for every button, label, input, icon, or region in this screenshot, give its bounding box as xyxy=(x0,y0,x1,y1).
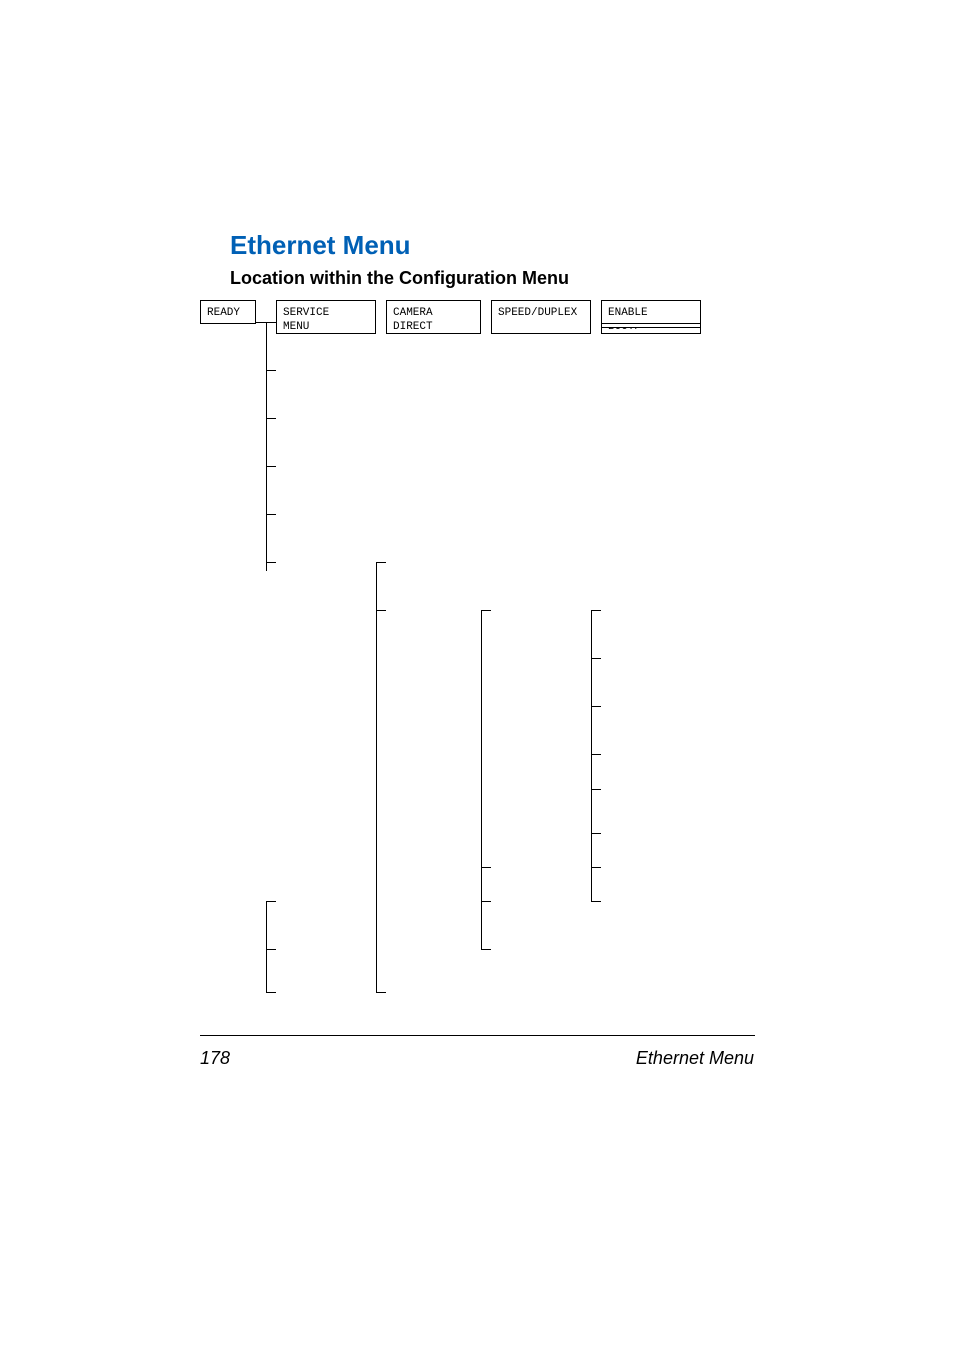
connector xyxy=(591,833,601,834)
connector xyxy=(481,901,491,902)
box-ready: READY xyxy=(200,300,256,324)
connector xyxy=(591,867,601,868)
connector xyxy=(591,706,601,707)
menu-tree-diagram: READY PROOF/ PRINT MENU PRINT MENU PAPER… xyxy=(200,300,760,1020)
connector xyxy=(376,610,386,611)
connector xyxy=(591,901,601,902)
connector xyxy=(266,370,276,371)
connector xyxy=(266,949,276,950)
connector xyxy=(591,610,601,611)
connector xyxy=(266,901,276,902)
connector xyxy=(266,514,276,515)
connector xyxy=(266,466,276,467)
connector xyxy=(591,610,592,901)
connector xyxy=(481,949,491,950)
page-number: 178 xyxy=(200,1048,230,1069)
page: Ethernet Menu Location within the Config… xyxy=(0,0,954,1350)
section-subtitle: Location within the Configuration Menu xyxy=(230,268,569,289)
connector xyxy=(266,418,276,419)
connector xyxy=(266,322,276,323)
connector xyxy=(591,658,601,659)
connector xyxy=(591,754,601,755)
connector xyxy=(376,562,386,563)
connector xyxy=(376,992,386,993)
connector xyxy=(481,610,482,949)
box-speed-duplex: SPEED/DUPLEX xyxy=(491,300,591,334)
connector xyxy=(266,322,267,571)
connector xyxy=(591,789,601,790)
connector xyxy=(266,901,267,992)
connector xyxy=(266,562,276,563)
connector xyxy=(256,322,266,323)
connector xyxy=(376,562,377,992)
box-camera-direct-2: CAMERA DIRECT xyxy=(386,300,481,334)
box-enable-appletalk: ENABLE xyxy=(601,300,701,324)
footer-rule xyxy=(200,1035,755,1036)
box-service-menu: SERVICE MENU xyxy=(276,300,376,334)
connector xyxy=(481,610,491,611)
connector xyxy=(266,992,276,993)
page-label: Ethernet Menu xyxy=(636,1048,754,1069)
page-title: Ethernet Menu xyxy=(230,230,411,261)
connector xyxy=(481,867,491,868)
